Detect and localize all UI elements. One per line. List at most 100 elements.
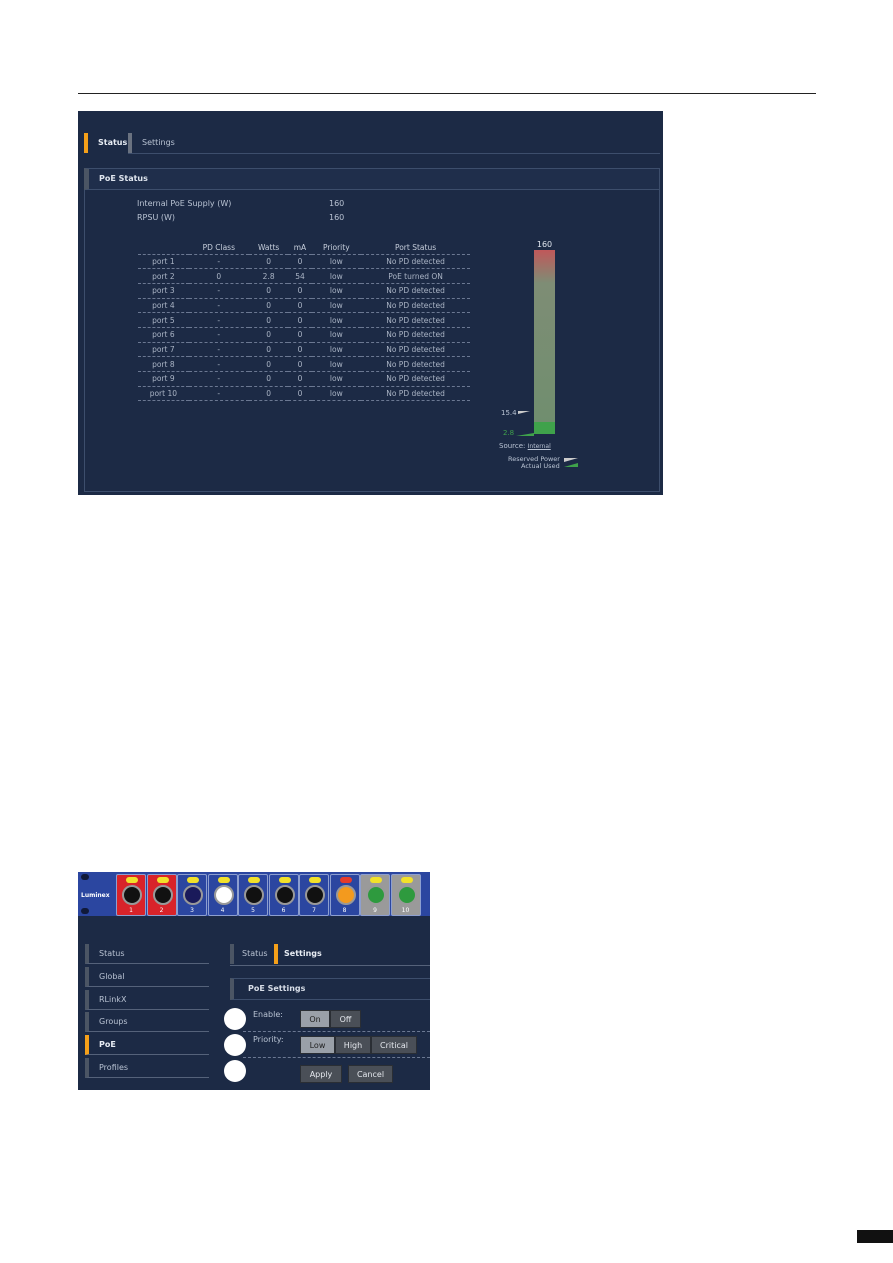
rpsu-value: 160 xyxy=(329,213,345,222)
table-cell: PoE turned ON xyxy=(361,268,470,284)
enable-on-button[interactable]: On xyxy=(300,1010,330,1028)
sidebar-item-groups[interactable]: Groups xyxy=(85,1012,209,1033)
table-cell: 0 xyxy=(288,297,312,313)
port-3[interactable]: 3 xyxy=(177,874,207,916)
port-1[interactable]: 1 xyxy=(116,874,146,916)
port-4[interactable]: 4 xyxy=(207,874,238,916)
priority-label: Priority: xyxy=(253,1035,284,1044)
actual-marker-icon xyxy=(516,433,534,436)
column-header xyxy=(138,241,189,254)
table-cell: 0 xyxy=(188,268,249,284)
port-number: 10 xyxy=(401,907,410,914)
port-5[interactable]: 5 xyxy=(238,874,268,916)
table-cell: 0 xyxy=(288,312,312,328)
port-6[interactable]: 6 xyxy=(268,874,299,916)
tab-status[interactable]: Status xyxy=(84,133,127,153)
reserved-marker-icon xyxy=(518,411,530,414)
column-header: PD Class xyxy=(202,242,235,252)
table-row: port 9-0 0 low No PD detected xyxy=(138,371,470,387)
table-cell: 0 xyxy=(248,356,289,372)
section-header: PoE Status xyxy=(84,168,660,190)
port-number: 6 xyxy=(281,907,286,914)
row-divider xyxy=(243,1031,430,1032)
tab-divider xyxy=(128,153,660,154)
rj45-port-icon xyxy=(152,885,173,905)
status-led-icon xyxy=(309,877,321,883)
table-cell: port 10 xyxy=(138,385,189,402)
table-cell: - xyxy=(188,326,249,343)
status-led-icon xyxy=(370,877,382,883)
rj45-port-icon xyxy=(183,885,203,905)
gauge-reserved-fill xyxy=(534,422,555,434)
callout-circle xyxy=(224,1060,246,1082)
table-cell: low xyxy=(311,385,362,402)
port-number: 4 xyxy=(220,907,225,914)
table-cell: port 4 xyxy=(138,297,189,313)
table-cell: 0 xyxy=(248,312,289,328)
table-cell: No PD detected xyxy=(361,312,470,328)
table-cell: No PD detected xyxy=(361,371,470,387)
table-cell: - xyxy=(188,385,249,402)
table-row: port 10-0 0 low No PD detected xyxy=(138,385,470,402)
sidebar-item-rlinkx[interactable]: RLinkX xyxy=(85,989,209,1010)
tab-settings[interactable]: Settings xyxy=(128,133,175,153)
table-cell: 0 xyxy=(248,253,289,269)
table-cell: 0 xyxy=(288,341,312,357)
priority-critical-button[interactable]: Critical xyxy=(371,1036,417,1054)
table-cell: 0 xyxy=(288,282,312,299)
apply-button[interactable]: Apply xyxy=(300,1065,342,1083)
tab-settings[interactable]: Settings xyxy=(274,944,322,964)
rj45-port-icon xyxy=(366,885,386,905)
header-rule xyxy=(78,93,816,94)
rj45-port-icon xyxy=(305,885,325,905)
sidebar-item-status[interactable]: Status xyxy=(85,944,209,964)
power-gauge-bar xyxy=(534,250,555,434)
sidebar-item-profiles[interactable]: Profiles xyxy=(85,1058,209,1078)
tab-label: Settings xyxy=(284,949,322,958)
port-table: PD Class Watts mA Priority Port Status port … xyxy=(138,241,470,402)
sidebar-item-global[interactable]: Global xyxy=(85,966,209,987)
table-row: port 8-0 0 low No PD detected xyxy=(138,356,470,372)
table-cell: port 3 xyxy=(138,282,189,299)
cancel-button[interactable]: Cancel xyxy=(348,1065,393,1083)
port-9[interactable]: 9 xyxy=(360,874,390,916)
port-number: 9 xyxy=(373,907,377,914)
tab-label: Status xyxy=(98,138,128,147)
port-7[interactable]: 7 xyxy=(299,874,329,916)
priority-high-button[interactable]: High xyxy=(335,1036,371,1054)
table-cell: port 9 xyxy=(138,371,189,387)
rj45-port-icon xyxy=(396,885,417,905)
rack-hole-icon xyxy=(81,874,89,880)
enable-label: Enable: xyxy=(253,1010,283,1019)
actual-marker-label: 2.8 xyxy=(503,429,515,437)
sidebar-item-poe[interactable]: PoE xyxy=(85,1035,209,1056)
status-led-icon xyxy=(278,877,291,883)
legend-actual-icon xyxy=(564,463,578,467)
page-number-tab xyxy=(857,1230,893,1243)
status-led-icon xyxy=(156,877,169,883)
row-divider xyxy=(243,1057,430,1058)
port-10[interactable]: 10 xyxy=(390,874,421,916)
table-cell: No PD detected xyxy=(361,297,470,313)
table-header: PD Class Watts mA Priority Port Status xyxy=(138,241,470,254)
table-cell: port 2 xyxy=(138,268,189,284)
table-cell: No PD detected xyxy=(361,253,470,269)
table-cell: 0 xyxy=(248,326,289,343)
table-cell: port 6 xyxy=(138,326,189,343)
port-number: 3 xyxy=(190,907,194,914)
table-cell: 0 xyxy=(248,371,289,387)
port-number: 8 xyxy=(342,907,347,914)
table-cell: - xyxy=(188,253,249,269)
tab-status[interactable]: Status xyxy=(230,944,268,964)
tab-divider xyxy=(230,965,430,966)
source-value: Internal xyxy=(527,443,551,450)
enable-off-button[interactable]: Off xyxy=(330,1010,361,1028)
table-row: port 6-0 0 low No PD detected xyxy=(138,326,470,343)
status-led-icon xyxy=(217,877,230,883)
status-led-icon xyxy=(126,877,138,883)
port-8[interactable]: 8 xyxy=(329,874,360,916)
priority-low-button[interactable]: Low xyxy=(300,1036,335,1054)
port-2[interactable]: 2 xyxy=(146,874,177,916)
status-led-icon xyxy=(248,877,260,883)
table-cell: 0 xyxy=(288,356,312,372)
